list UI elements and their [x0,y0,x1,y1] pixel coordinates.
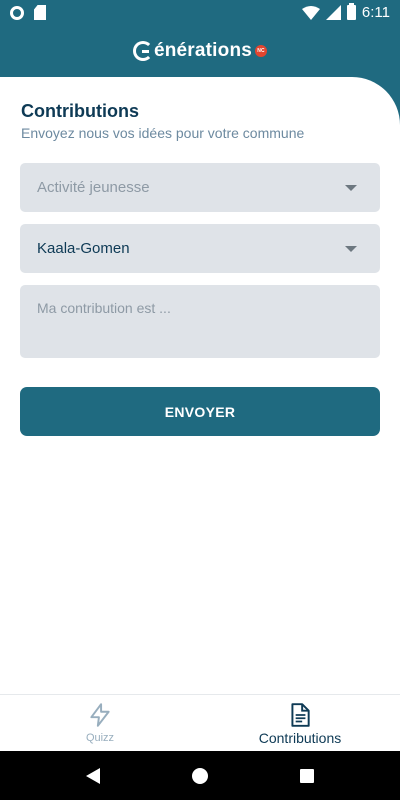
bottom-nav: Quizz Contributions [0,694,400,751]
brand-logo: énérations NC [132,40,268,62]
brand-g-icon [132,41,153,61]
brand-name: énérations [153,40,253,61]
sd-card-icon [34,5,46,20]
status-time: 6:11 [361,4,390,21]
contribution-field[interactable]: Ma contribution est ... [20,285,380,358]
system-nav-bar [0,751,400,800]
sync-icon [10,5,24,20]
page-subtitle: Envoyez nous vos idées pour votre commun… [21,125,305,141]
status-bar: 6:11 [0,0,400,26]
brand-badge: NC [255,44,268,57]
chevron-down-icon [345,246,357,252]
back-icon[interactable] [86,767,100,784]
nav-item-contributions[interactable]: Contributions [200,695,400,751]
nav-item-quizz[interactable]: Quizz [0,695,200,751]
signal-icon [325,5,341,20]
category-select-text: Activité jeunesse [37,179,150,196]
nav-label-contributions: Contributions [258,730,342,746]
submit-button[interactable]: ENVOYER [20,387,380,436]
recent-apps-icon[interactable] [300,768,314,783]
commune-select[interactable]: Kaala-Gomen [20,224,380,273]
nav-label-quizz: Quizz [85,732,115,744]
wifi-icon [301,5,320,20]
page-title: Contributions [21,101,139,121]
chevron-down-icon [345,185,357,191]
main-card: Contributions Envoyez nous vos idées pou… [0,77,400,694]
contribution-placeholder: Ma contribution est ... [37,300,171,316]
home-icon[interactable] [192,767,208,784]
lightning-icon [90,703,110,727]
category-select[interactable]: Activité jeunesse [20,163,380,212]
battery-icon [346,3,356,20]
document-icon [291,703,310,727]
commune-select-text: Kaala-Gomen [37,240,130,257]
